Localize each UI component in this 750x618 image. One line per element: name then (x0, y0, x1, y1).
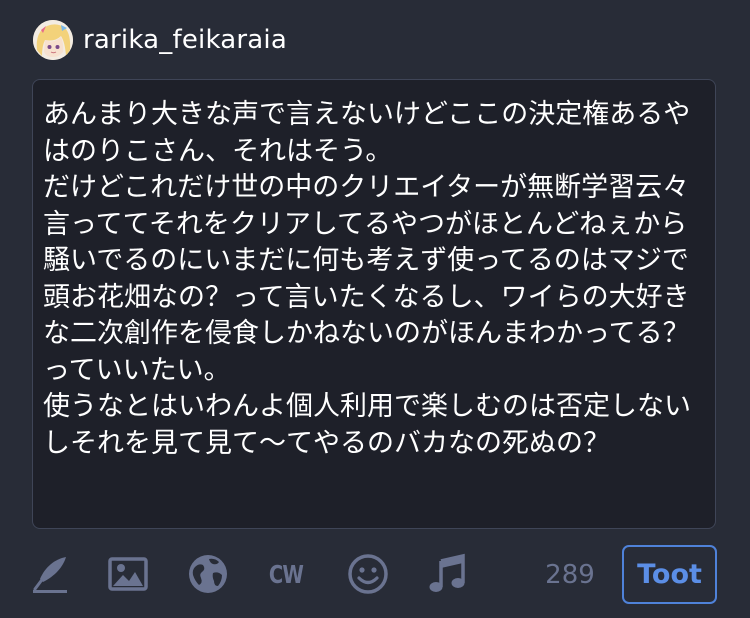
globe-icon (189, 555, 227, 593)
emoji-icon (348, 554, 388, 594)
account-header: rarika_feikaraia (33, 20, 287, 60)
music-button[interactable] (425, 551, 471, 597)
image-icon (108, 557, 148, 591)
character-counter: 289 (545, 560, 595, 590)
music-note-icon (429, 553, 465, 592)
cw-icon: CW (268, 559, 304, 589)
add-media-button[interactable] (105, 551, 151, 597)
avatar-image (33, 20, 73, 60)
username[interactable]: rarika_feikaraia (83, 20, 287, 60)
privacy-button[interactable] (185, 551, 231, 597)
toot-button[interactable]: Toot (622, 545, 717, 604)
compose-panel: rarika_feikaraia あんまり大きな声で言えないけどここの決定権ある… (0, 0, 750, 618)
emoji-button[interactable] (345, 551, 391, 597)
quill-button[interactable] (27, 551, 73, 597)
avatar[interactable] (33, 20, 73, 60)
quill-icon (33, 557, 67, 593)
compose-text[interactable]: あんまり大きな声で言えないけどここの決定権あるやはのりこさん、それはそう。 だけ… (33, 80, 715, 462)
compose-textarea[interactable]: あんまり大きな声で言えないけどここの決定権あるやはのりこさん、それはそう。 だけ… (32, 79, 716, 529)
compose-toolbar: CW 289 Toot (0, 545, 750, 605)
content-warning-button[interactable]: CW (263, 551, 309, 597)
